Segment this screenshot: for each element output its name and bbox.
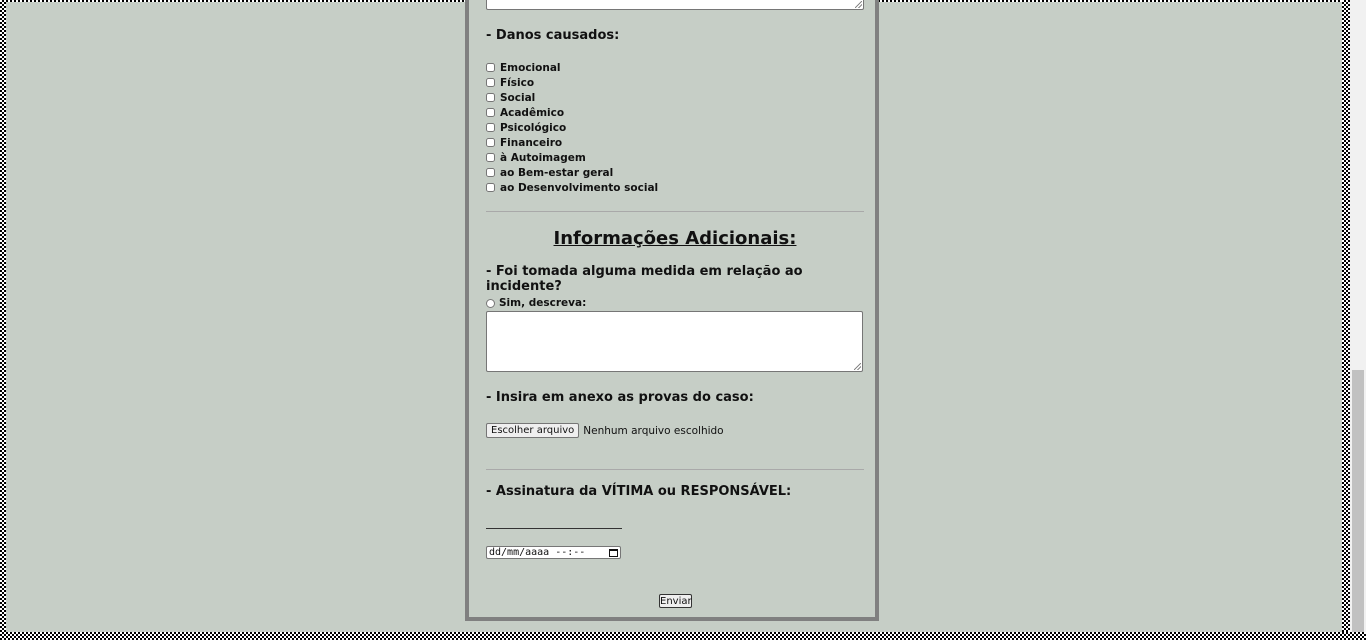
damage-option[interactable]: Físico (486, 75, 534, 90)
datetime-input[interactable]: dd/mm/aaaa --:-- (486, 546, 621, 559)
damage-checkbox[interactable] (486, 78, 495, 87)
damage-checkbox[interactable] (486, 123, 495, 132)
vertical-scrollbar[interactable] (1350, 0, 1366, 632)
measure-question: - Foi tomada alguma medida em relação ao… (486, 264, 803, 294)
page-border-right (1342, 0, 1350, 640)
resize-grip-icon[interactable] (854, 363, 861, 370)
report-form: - Danos causados: Emocional Físico Socia… (465, 0, 879, 621)
damage-option[interactable]: Emocional (486, 60, 561, 75)
additional-info-title: Informações Adicionais: (553, 228, 797, 249)
damage-option[interactable]: ao Desenvolvimento social (486, 180, 658, 195)
damage-checkbox[interactable] (486, 153, 495, 162)
damage-option[interactable]: Acadêmico (486, 105, 564, 120)
section-divider (486, 469, 864, 470)
damage-label: Emocional (500, 61, 561, 74)
damage-label: Financeiro (500, 136, 563, 149)
scrollbar-thumb[interactable] (1352, 370, 1364, 632)
damage-checkbox[interactable] (486, 168, 495, 177)
damage-label: ao Desenvolvimento social (500, 181, 659, 194)
damage-option[interactable]: à Autoimagem (486, 150, 586, 165)
signature-heading: - Assinatura da VÍTIMA ou RESPONSÁVEL: (486, 484, 792, 499)
page-border-bottom (0, 632, 1366, 640)
damage-checkbox[interactable] (486, 183, 495, 192)
previous-textarea[interactable] (486, 0, 864, 10)
datetime-placeholder: dd/mm/aaaa --:-- (489, 547, 586, 558)
damage-label: Social (500, 91, 536, 104)
damage-checkbox[interactable] (486, 108, 495, 117)
damage-option[interactable]: ao Bem-estar geral (486, 165, 613, 180)
measure-yes-radio[interactable] (486, 298, 495, 308)
file-status-text: Nenhum arquivo escolhido (583, 424, 724, 437)
damages-heading: - Danos causados: (486, 28, 620, 43)
measure-yes-option[interactable]: Sim, descreva: (486, 297, 586, 309)
damage-label: Físico (500, 76, 535, 89)
damage-option[interactable]: Social (486, 90, 535, 105)
measure-yes-label: Sim, descreva: (499, 297, 587, 309)
damage-option[interactable]: Psicológico (486, 120, 566, 135)
damage-checkbox[interactable] (486, 63, 495, 72)
attachments-heading: - Insira em anexo as provas do caso: (486, 390, 754, 405)
signature-line (486, 528, 622, 529)
page-border-left (0, 0, 6, 640)
damage-option[interactable]: Financeiro (486, 135, 562, 150)
damage-checkbox[interactable] (486, 93, 495, 102)
section-divider (486, 211, 864, 212)
damage-label: à Autoimagem (500, 151, 586, 164)
calendar-icon[interactable] (609, 548, 618, 557)
damage-label: Acadêmico (500, 106, 565, 119)
resize-grip-icon[interactable] (855, 1, 862, 8)
submit-button[interactable]: Enviar (659, 594, 692, 608)
damage-label: Psicológico (500, 121, 567, 134)
file-input[interactable]: Escolher arquivo Nenhum arquivo escolhid… (486, 423, 724, 438)
damage-checkbox[interactable] (486, 138, 495, 147)
damage-label: ao Bem-estar geral (500, 166, 614, 179)
choose-file-button[interactable]: Escolher arquivo (486, 423, 580, 438)
measure-description-textarea[interactable] (486, 311, 863, 372)
